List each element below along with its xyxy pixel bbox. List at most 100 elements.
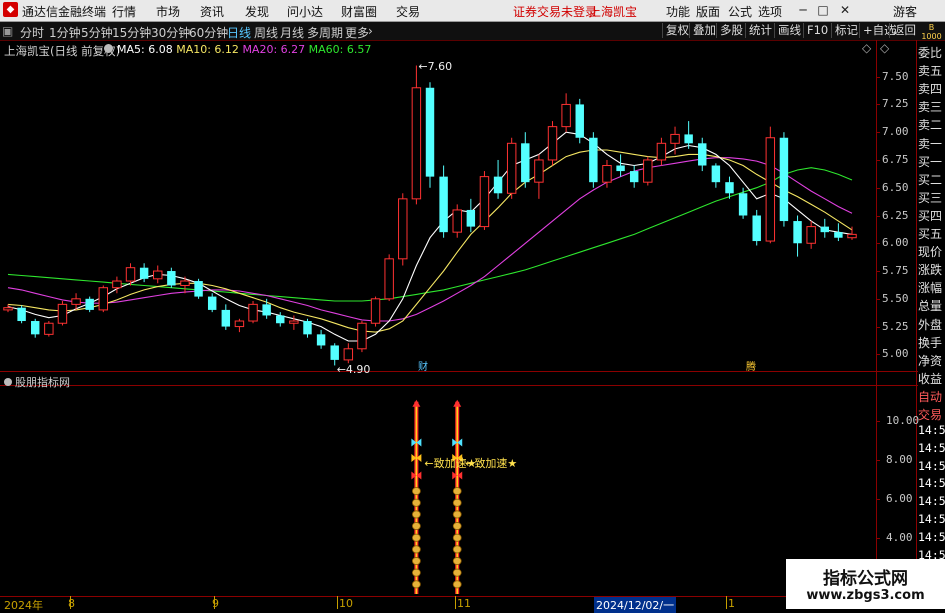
x-tick [337,596,338,609]
btn-biaoji[interactable]: 标记 [831,23,861,38]
tab-weekly[interactable]: 周线 [254,24,278,41]
tab-15min[interactable]: 15分钟 [112,24,151,41]
candle [17,305,26,324]
tab-5min[interactable]: 5分钟 [81,24,113,41]
candle [194,278,203,299]
menu-shichang[interactable]: 市场 [156,3,180,20]
candle [248,301,258,324]
settings-dot-icon-sub[interactable] [4,378,12,386]
indicator-chart[interactable] [0,386,876,596]
candle-body [330,345,339,360]
quote-label: 净资 [918,353,943,368]
signal-annotation: ←致加速★ [465,455,517,471]
sub-y-tick-label: 10.00 [886,414,920,428]
coin-icon [411,568,421,577]
candle-body [384,258,394,300]
menu-banmian[interactable]: 版面 [696,3,720,20]
tab-60min[interactable]: 60分钟 [189,24,228,41]
stock-name-link[interactable]: 上海凯宝 [589,3,637,20]
signal-column [452,399,463,594]
candle-body [180,280,190,286]
candle-body [711,165,721,183]
candle [221,304,231,330]
user-label[interactable]: 游客 [893,3,917,20]
btn-diejia[interactable]: 叠加 [689,23,719,38]
tab-monthly[interactable]: 月线 [280,24,304,41]
candle [439,165,448,238]
candle-body [207,296,217,310]
menu-wenxiaoda[interactable]: 问小达 [287,3,323,20]
y-tick-mark [876,243,880,245]
quote-label: 卖二 [918,118,943,133]
candle [167,267,176,288]
quote-label[interactable]: 自动 [918,388,945,406]
candle-body [752,215,761,242]
toolbar-menu-icon[interactable]: ▣ [2,24,13,38]
y-tick-label: 6.25 [882,208,909,222]
high-price-label: ←7.60 [418,60,452,73]
candle-body [31,321,40,335]
trade-time: 14:56 [918,529,945,544]
candle-body [534,159,544,183]
coin-icon [411,580,421,589]
btn-f10[interactable]: F10 [803,23,831,38]
maximize-icon[interactable]: □ [814,2,832,18]
quote-label: 外盘 [918,317,943,332]
menubar: ◆ 通达信金融终端 行情 市场 资讯 发现 问小达 财富圈 交易 证券交易未登录… [0,0,945,22]
tab-more[interactable]: 更多 [345,24,369,41]
coin-icon [452,545,462,554]
chevron-right-icon[interactable]: › [368,24,373,38]
quote-label: 涨跌 [918,263,943,278]
candlestick-chart[interactable] [0,40,876,371]
menu-gongshi[interactable]: 公式 [728,3,752,20]
candle-body [112,280,122,289]
event-marker-cai[interactable]: 财 [418,358,428,373]
candle-body [466,209,476,227]
btn-tongji[interactable]: 统计 [745,23,775,38]
quote-label[interactable]: 交易 [918,406,945,424]
coin-icon [452,533,462,542]
minimize-icon[interactable]: ─ [794,2,812,18]
candle [316,329,326,349]
tab-30min[interactable]: 30分钟 [151,24,190,41]
quote-label: 买四 [918,208,943,223]
tab-daily[interactable]: 日线 [227,24,251,41]
candle [153,265,163,284]
menu-caifuquan[interactable]: 财富圈 [341,3,377,20]
login-warning[interactable]: 证券交易未登录 [513,3,597,20]
btn-fuquan[interactable]: 复权 [662,23,692,38]
candle-body [670,133,680,144]
trade-time: 14:56 [918,476,945,491]
btn-huaxian[interactable]: 画线 [774,23,804,38]
x-tick [214,596,215,609]
candle-body [153,270,163,280]
menu-hangqing[interactable]: 行情 [112,3,136,20]
y-tick-mark [876,326,880,328]
high-price-value: 7.60 [427,59,453,73]
close-icon[interactable]: ✕ [836,2,854,18]
menu-gongneng[interactable]: 功能 [666,3,690,20]
menu-xuanxiang[interactable]: 选项 [758,3,782,20]
candle-body [85,298,94,310]
diamond-icon-2[interactable]: ◇ [880,41,889,55]
quote-label: 换手 [918,335,943,350]
btn-back[interactable]: 返回 [889,23,919,38]
candle-body [847,233,857,239]
tab-multi-period[interactable]: 多周期 [307,24,343,41]
menu-zixun[interactable]: 资讯 [200,3,224,20]
x-label-jan: 1 [728,597,735,610]
btn-duogu[interactable]: 多股 [716,23,746,38]
tab-fenshi[interactable]: 分时 [20,24,44,41]
coin-icon [452,498,462,507]
candle [303,318,312,338]
event-marker-teng[interactable]: 腾 [746,358,756,373]
candle-body [3,307,13,311]
menu-jiaoyi[interactable]: 交易 [396,3,420,20]
candle-body [398,198,408,260]
quote-label: 收益 [918,371,943,386]
candle [738,187,748,219]
tab-1min[interactable]: 1分钟 [49,24,81,41]
menu-faxian[interactable]: 发现 [245,3,269,20]
x-label-oct: 10 [339,597,353,610]
coin-icon [411,545,421,554]
